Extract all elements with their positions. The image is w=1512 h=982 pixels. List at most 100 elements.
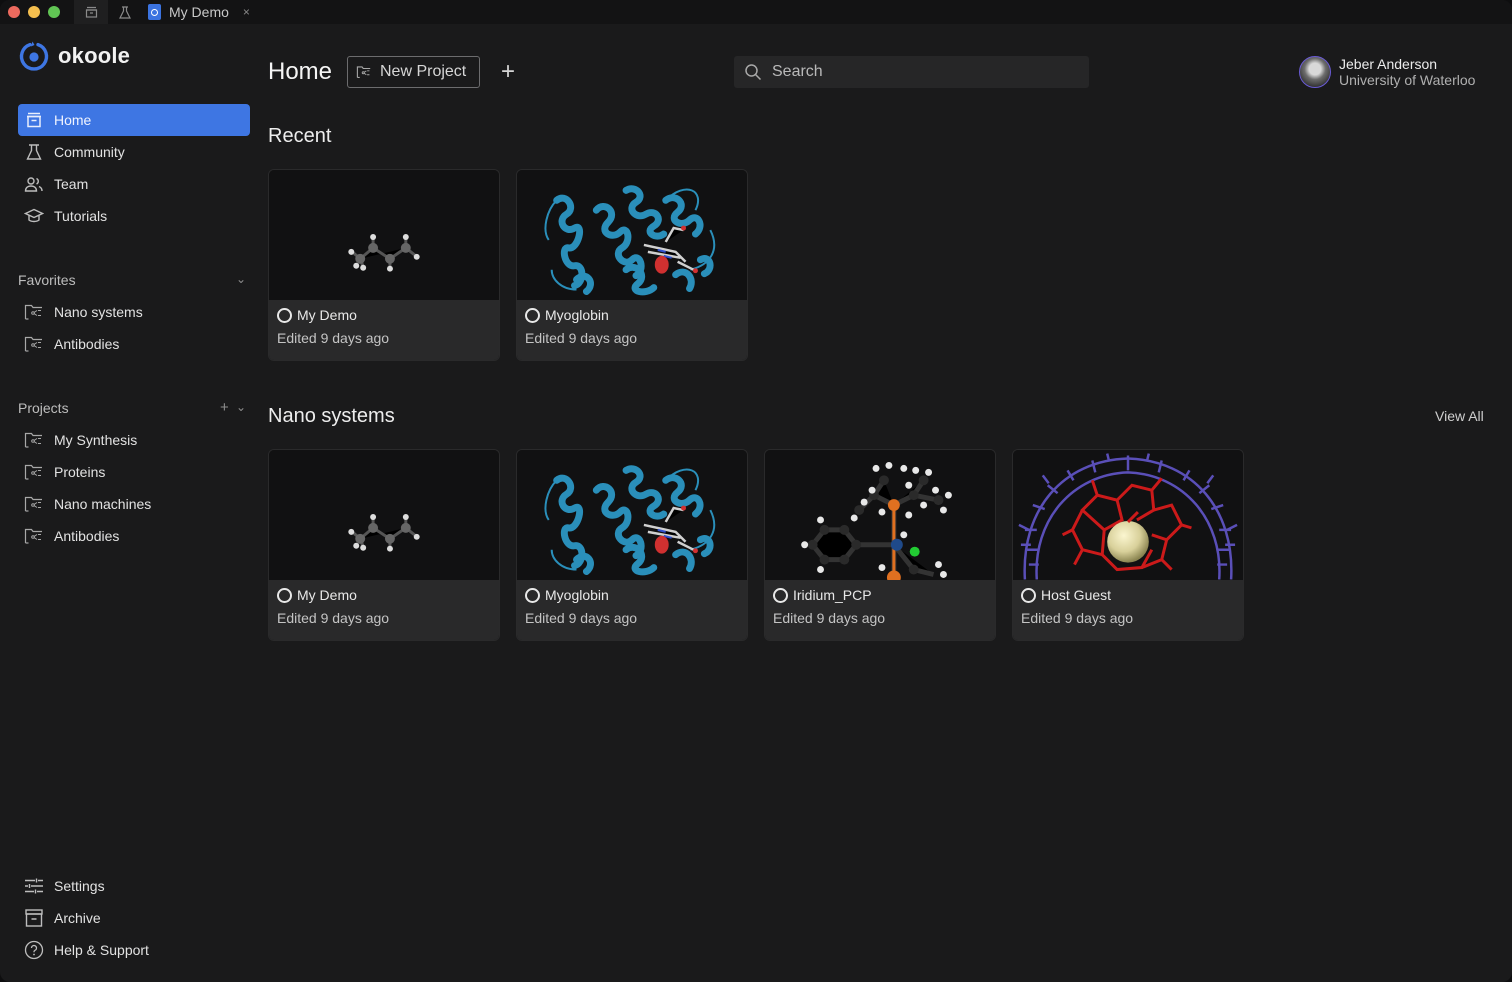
close-tab-icon[interactable]: × [243, 5, 250, 19]
card-edited: Edited 9 days ago [1021, 610, 1134, 626]
host-guest-thumbnail [1013, 450, 1243, 580]
project-card[interactable]: Iridium_PCP Edited 9 days ago [764, 449, 996, 641]
favorites-collapse-chevron-icon[interactable]: ⌄ [236, 272, 246, 286]
projects-collapse-chevron-icon[interactable]: ⌄ [236, 400, 246, 414]
project-card[interactable]: My Demo Edited 9 days ago [268, 449, 500, 641]
project-folder-icon [24, 334, 44, 354]
view-all-link[interactable]: View All [1435, 408, 1484, 424]
project-card[interactable]: My Demo Edited 9 days ago [268, 169, 500, 361]
zoom-window-button[interactable] [48, 6, 60, 18]
project-card[interactable]: Host Guest Edited 9 days ago [1012, 449, 1244, 641]
sidebar-item-community[interactable]: Community [18, 136, 250, 168]
project-item[interactable]: Nano machines [18, 488, 250, 520]
archive-icon [24, 908, 44, 928]
project-card[interactable]: Myoglobin Edited 9 days ago [516, 169, 748, 361]
sidebar-item-label: Help & Support [54, 942, 149, 958]
sliders-icon [24, 876, 44, 896]
project-item-label: My Synthesis [54, 432, 138, 448]
search-icon [745, 64, 762, 81]
molecule-image [544, 185, 716, 296]
document-tab-label: My Demo [169, 4, 229, 20]
page-title: Home [268, 58, 333, 85]
recent-section-title: Recent [268, 125, 332, 147]
project-item-label: Proteins [54, 464, 106, 480]
sidebar-item-label: Home [54, 112, 92, 128]
sidebar-item-team[interactable]: Team [18, 168, 250, 200]
avatar[interactable] [1299, 56, 1331, 88]
new-project-label: New Project [380, 63, 467, 80]
help-icon [24, 940, 44, 960]
home-tab-icon [85, 6, 97, 18]
project-folder-icon [24, 430, 44, 450]
molecule-image [544, 465, 716, 576]
document-tab[interactable]: My Demo × [142, 0, 256, 24]
search-bar[interactable] [734, 56, 1089, 88]
project-type-icon [277, 307, 292, 323]
favorites-heading: Favorites [18, 272, 76, 288]
project-item-label: Nano machines [54, 496, 152, 512]
molecule-image [801, 461, 952, 580]
title-bar: My Demo × [0, 0, 1512, 24]
project-folder-icon [24, 462, 44, 482]
card-title: Host Guest [1041, 587, 1112, 603]
home-icon [24, 110, 44, 130]
card-edited: Edited 9 days ago [277, 330, 390, 346]
sidebar-item-settings[interactable]: Settings [18, 870, 250, 902]
project-item[interactable]: Antibodies [18, 520, 250, 552]
minimize-window-button[interactable] [28, 6, 40, 18]
card-title: Myoglobin [545, 587, 609, 603]
card-edited: Edited 9 days ago [525, 330, 638, 346]
project-folder-icon [356, 66, 371, 78]
add-project-icon[interactable]: + [220, 399, 229, 416]
butane-thumbnail [269, 170, 499, 300]
add-button[interactable]: + [496, 58, 520, 86]
favorite-item[interactable]: Antibodies [18, 328, 250, 360]
user-organization: University of Waterloo [1339, 72, 1476, 88]
project-type-icon [1021, 587, 1036, 603]
sidebar-item-label: Settings [54, 878, 105, 894]
project-type-icon [525, 587, 540, 603]
favorite-item[interactable]: Nano systems [18, 296, 250, 328]
card-title: Myoglobin [545, 307, 609, 323]
project-folder-icon [24, 526, 44, 546]
community-tab[interactable] [108, 0, 142, 24]
sidebar-item-archive[interactable]: Archive [18, 902, 250, 934]
card-title: My Demo [297, 587, 357, 603]
sidebar-item-label: Archive [54, 910, 101, 926]
card-title: My Demo [297, 307, 357, 323]
sidebar-item-label: Tutorials [54, 208, 108, 224]
project-folder-icon [24, 302, 44, 322]
brand-logo[interactable]: okoole [18, 40, 130, 72]
new-project-button[interactable]: New Project [347, 56, 480, 88]
app-window: My Demo × okoole Home Community Team Tut… [0, 0, 1512, 982]
flask-icon [24, 142, 44, 162]
graduation-cap-icon [24, 206, 44, 226]
okoole-logo-icon [19, 41, 49, 71]
close-window-button[interactable] [8, 6, 20, 18]
project-item-label: Antibodies [54, 528, 120, 544]
user-profile[interactable]: Jeber Anderson University of Waterloo [1299, 56, 1475, 88]
sidebar-item-tutorials[interactable]: Tutorials [18, 200, 250, 232]
project-type-icon [773, 587, 788, 603]
sidebar-item-help[interactable]: Help & Support [18, 934, 250, 966]
project-item[interactable]: My Synthesis [18, 424, 250, 456]
team-icon [24, 174, 44, 194]
protein-thumbnail [517, 170, 747, 300]
brand-name: okoole [58, 43, 131, 68]
protein-thumbnail [517, 450, 747, 580]
home-tab[interactable] [74, 0, 108, 24]
projects-heading: Projects [18, 400, 69, 416]
project-type-icon [277, 587, 292, 603]
project-folder-icon [24, 494, 44, 514]
card-edited: Edited 9 days ago [277, 610, 390, 626]
molecule-image [1018, 453, 1238, 580]
project-card[interactable]: Myoglobin Edited 9 days ago [516, 449, 748, 641]
document-icon [148, 4, 161, 20]
card-title: Iridium_PCP [793, 587, 872, 603]
search-input[interactable] [772, 63, 1062, 81]
project-item[interactable]: Proteins [18, 456, 250, 488]
project-type-icon [525, 307, 540, 323]
sidebar-item-label: Community [54, 144, 125, 160]
sidebar-item-label: Team [54, 176, 89, 192]
sidebar-item-home[interactable]: Home [18, 104, 250, 136]
